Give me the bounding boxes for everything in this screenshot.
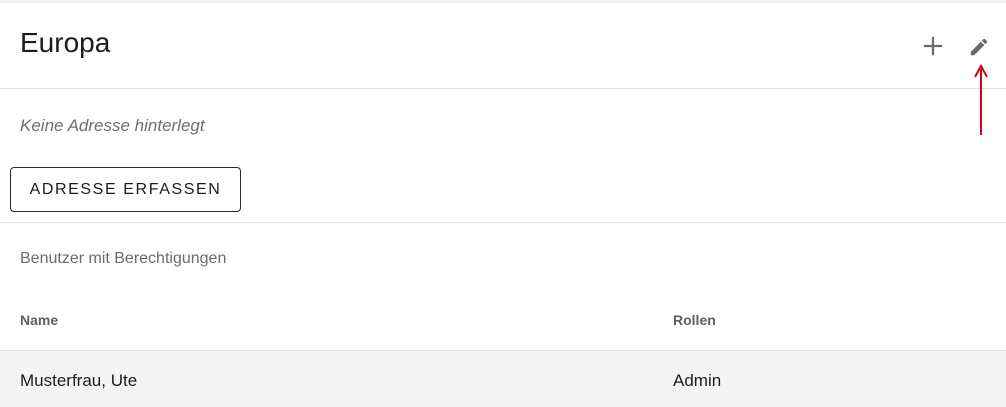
column-header-roles[interactable]: Rollen [673, 311, 716, 329]
no-address-text: Keine Adresse hinterlegt [20, 116, 205, 135]
pencil-icon [970, 38, 988, 56]
plus-icon [923, 36, 943, 56]
table-row[interactable]: Musterfrau, Ute Admin [0, 350, 1006, 407]
panel-header: Europa [0, 3, 1006, 89]
section-divider [0, 222, 1006, 223]
annotation-arrow [974, 63, 988, 135]
user-name-cell: Musterfrau, Ute [20, 371, 138, 390]
add-button[interactable] [920, 33, 946, 59]
page-title: Europa [20, 27, 111, 58]
user-role-cell: Admin [673, 371, 722, 390]
add-address-button[interactable]: ADRESSE ERFASSEN [10, 167, 241, 212]
column-header-name[interactable]: Name [20, 311, 58, 329]
edit-button[interactable] [965, 33, 993, 61]
location-detail-panel: Europa Keine Adresse hinterlegt ADRESSE … [0, 0, 1006, 407]
permissions-section-title: Benutzer mit Berechtigungen [20, 250, 227, 267]
